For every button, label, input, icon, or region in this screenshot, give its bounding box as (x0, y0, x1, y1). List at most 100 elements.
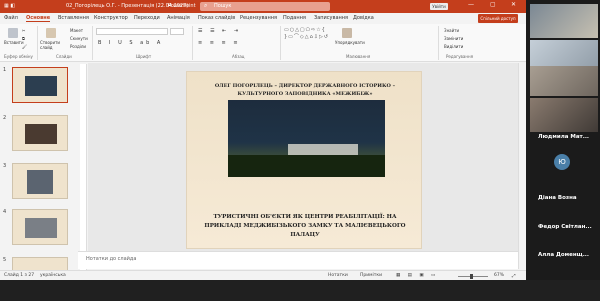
language-indicator[interactable]: українська (40, 273, 66, 278)
slide-thumbnail-4[interactable] (12, 209, 68, 245)
tab-design[interactable]: Конструктор (94, 15, 128, 21)
zoom-level[interactable]: 67% (494, 273, 504, 278)
search-placeholder: Пошук (214, 3, 232, 9)
new-slide-icon[interactable] (46, 28, 56, 38)
castle-photo[interactable] (228, 100, 385, 177)
vertical-scrollbar[interactable] (518, 63, 526, 269)
format-painter-icon[interactable]: 🖌 (22, 44, 27, 49)
participant-video[interactable] (530, 66, 598, 96)
minimize-icon[interactable]: — (468, 1, 474, 8)
search-icon: ⌕ (204, 2, 208, 9)
view-mode-icons[interactable]: ▦ ▤ ▣ ▭ (396, 273, 438, 278)
participant-name: Діана Возна (538, 195, 577, 201)
current-slide[interactable]: ОЛЕГ ПОГОРІЛЕЦЬ – ДИРЕКТОР ДЕРЖАВНОГО ІС… (186, 71, 422, 249)
video-call-panel: Людмила Мат... Ю Діана Возна Федор Світл… (528, 0, 600, 280)
arrange-button[interactable]: Упорядкувати (335, 40, 365, 45)
slide-number: 4 (3, 209, 7, 215)
divider (92, 26, 93, 60)
tab-transitions[interactable]: Переходи (134, 15, 160, 21)
paste-button[interactable]: Вставити (4, 40, 24, 45)
ribbon-tabs: Файл Основне Вставлення Конструктор Пере… (0, 13, 526, 24)
thumbnail-image (25, 218, 57, 238)
arrange-icon[interactable] (342, 28, 352, 38)
divider (280, 26, 281, 60)
slide-number: 5 (3, 257, 7, 263)
tab-record[interactable]: Записування (314, 15, 348, 21)
notes-placeholder: Нотатки до слайда (86, 256, 137, 262)
meeting-bottom-bar (0, 280, 600, 301)
comments-button[interactable]: Примітки (360, 273, 382, 278)
group-clipboard: Буфер обміну (4, 54, 33, 59)
app-name: PowerPoint (168, 3, 196, 9)
divider (192, 26, 193, 60)
participant-video[interactable] (530, 98, 598, 132)
zoom-slider-handle[interactable] (470, 274, 473, 279)
group-slides: Слайди (56, 54, 72, 59)
tab-insert[interactable]: Вставлення (58, 15, 89, 21)
tab-home[interactable]: Основне (26, 15, 51, 22)
notes-button[interactable]: Нотатки (328, 273, 348, 278)
tab-animation[interactable]: Анімація (167, 15, 190, 21)
replace-button[interactable]: Замінити (444, 36, 463, 41)
layout-button[interactable]: Макет (70, 28, 83, 33)
share-button[interactable]: Спільний доступ (478, 14, 518, 23)
participant-avatar: Ю (554, 154, 570, 170)
thumbnail-image (25, 76, 57, 96)
paste-icon[interactable] (8, 28, 18, 38)
slide-counter: Слайд 1 з 27 (4, 273, 35, 278)
slide-thumbnail-1[interactable] (12, 67, 68, 103)
new-slide-button[interactable]: Створити слайд (40, 40, 66, 50)
participant-name: Алла Доменщ... (538, 252, 589, 258)
select-button[interactable]: Виділити (444, 44, 463, 49)
title-bar: ▦ ◧ 02_Погорілець О.Г. - Презентація (22… (0, 0, 526, 13)
trees-shape (228, 155, 385, 177)
participant-video[interactable] (530, 4, 598, 38)
search-box[interactable]: ⌕ Пошук (200, 2, 330, 11)
shapes-gallery[interactable]: ▭○△▢⬠⇨☆{ }▭⌒◇△⌂⇩▷↺ (284, 27, 332, 51)
close-icon[interactable]: ✕ (511, 1, 516, 8)
slide-number: 3 (3, 163, 7, 169)
group-editing: Редагування (446, 54, 474, 59)
thumbnail-image (25, 124, 57, 144)
slide-thumbnail-2[interactable] (12, 115, 68, 151)
copy-icon[interactable]: ⧉ (22, 36, 25, 41)
font-size-select[interactable] (170, 28, 184, 35)
tab-help[interactable]: Довідка (353, 15, 374, 21)
thumbnail-image (27, 170, 53, 194)
group-drawing: Малювання (346, 54, 371, 59)
divider (37, 26, 38, 60)
powerpoint-window: ▦ ◧ 02_Погорілець О.Г. - Презентація (22… (0, 0, 526, 280)
font-format-icons[interactable]: B I U S ab A (98, 40, 163, 46)
slide-number: 2 (3, 115, 7, 121)
tab-file[interactable]: Файл (4, 15, 18, 21)
list-icons[interactable]: ☰ ☰ ⇤ ⇥ (198, 28, 241, 34)
slide-caption[interactable]: ТУРИСТИЧНІ ОБ'ЄКТИ ЯК ЦЕНТРИ РЕАБІЛІТАЦІ… (197, 213, 413, 240)
align-icons[interactable]: ≡ ≡ ≡ ≡ (198, 40, 241, 46)
tab-view[interactable]: Подання (283, 15, 306, 21)
zoom-slider[interactable] (458, 276, 488, 277)
participant-name: Людмила Мат... (538, 134, 590, 140)
fit-slide-icon[interactable]: ⤢ (512, 273, 516, 279)
maximize-icon[interactable]: ▢ (490, 1, 496, 8)
divider (438, 26, 439, 60)
status-bar: Слайд 1 з 27 українська Нотатки Примітки… (0, 270, 526, 280)
font-name-select[interactable] (96, 28, 168, 35)
sections-button[interactable]: Розділи (70, 44, 86, 49)
reset-button[interactable]: Скинути (70, 36, 88, 41)
cut-icon[interactable]: ✂ (22, 28, 25, 33)
app-menu-icon[interactable]: ▦ ◧ (4, 3, 15, 9)
sign-in-button[interactable]: Увійти (430, 3, 448, 10)
participant-name: Федор Світлан... (538, 224, 592, 230)
slide-thumbnail-5[interactable] (12, 257, 68, 271)
find-button[interactable]: Знайти (444, 28, 459, 33)
slide-thumbnails-pane: 1 2 3 4 5 (0, 63, 76, 271)
notes-pane[interactable]: Нотатки до слайда (78, 251, 518, 269)
tab-review[interactable]: Рецензування (240, 15, 277, 21)
group-paragraph: Абзац (232, 54, 245, 59)
slide-title[interactable]: ОЛЕГ ПОГОРІЛЕЦЬ – ДИРЕКТОР ДЕРЖАВНОГО ІС… (197, 82, 413, 98)
tab-slideshow[interactable]: Показ слайдів (198, 15, 235, 21)
slide-thumbnail-3[interactable] (12, 163, 68, 199)
vertical-ruler (80, 64, 87, 270)
ribbon: Вставити ✂ ⧉ 🖌 Створити слайд Макет Скин… (0, 24, 526, 62)
slide-number: 1 (3, 67, 7, 73)
